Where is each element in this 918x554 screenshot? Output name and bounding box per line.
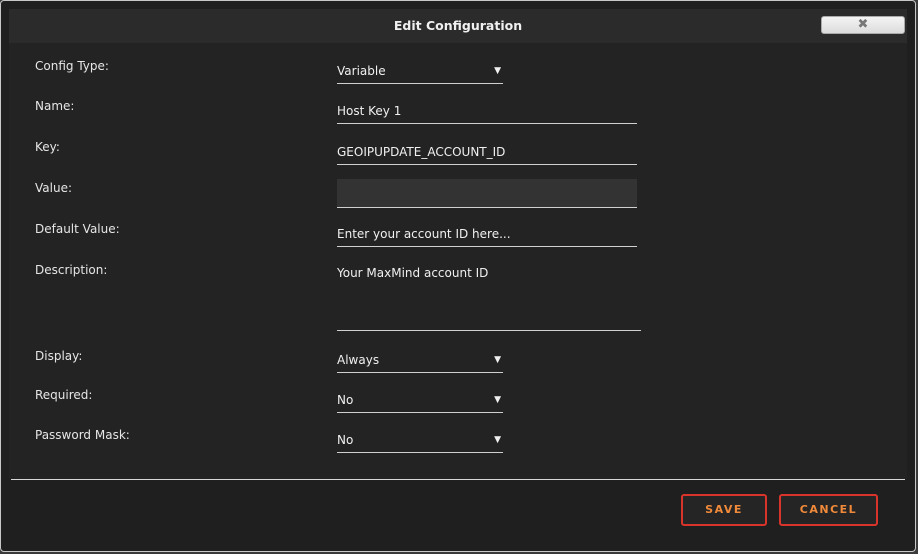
chevron-down-icon: ▼ [494, 395, 501, 405]
config-type-value: Variable [337, 64, 386, 78]
default-value-label: Default Value: [35, 222, 120, 236]
dialog-title: Edit Configuration [393, 18, 523, 33]
dialog-content: Config Type: Variable ▼ Name: Host Key 1… [9, 43, 907, 479]
name-input[interactable]: Host Key 1 [337, 100, 637, 124]
close-button[interactable]: ✖ [821, 16, 905, 34]
key-input[interactable]: GEOIPUPDATE_ACCOUNT_ID [337, 141, 637, 165]
required-select[interactable]: No ▼ [337, 389, 503, 413]
value-label: Value: [35, 181, 72, 195]
config-type-label: Config Type: [35, 59, 109, 73]
description-textarea[interactable]: Your MaxMind account ID [337, 265, 641, 331]
close-icon: ✖ [857, 17, 869, 32]
dialog-footer: SAVE CANCEL [9, 481, 907, 545]
value-input[interactable] [337, 179, 637, 208]
display-select[interactable]: Always ▼ [337, 349, 503, 373]
chevron-down-icon: ▼ [494, 435, 501, 445]
default-value-input[interactable]: Enter your account ID here... [337, 223, 637, 247]
display-label: Display: [35, 349, 83, 363]
required-value: No [337, 393, 354, 407]
dialog-titlebar[interactable]: Edit Configuration ✖ [9, 9, 907, 44]
chevron-down-icon: ▼ [494, 355, 501, 365]
display-value: Always [337, 353, 380, 367]
key-label: Key: [35, 140, 60, 154]
edit-configuration-dialog: Edit Configuration ✖ Config Type: Variab… [0, 0, 916, 552]
chevron-down-icon: ▼ [494, 66, 501, 76]
required-label: Required: [35, 388, 93, 402]
password-mask-value: No [337, 433, 354, 447]
cancel-button[interactable]: CANCEL [779, 494, 878, 526]
password-mask-label: Password Mask: [35, 428, 130, 442]
description-label: Description: [35, 263, 108, 277]
config-type-select[interactable]: Variable ▼ [337, 60, 503, 84]
footer-divider [11, 479, 905, 480]
name-label: Name: [35, 99, 75, 113]
save-button[interactable]: SAVE [681, 494, 767, 526]
password-mask-select[interactable]: No ▼ [337, 429, 503, 453]
